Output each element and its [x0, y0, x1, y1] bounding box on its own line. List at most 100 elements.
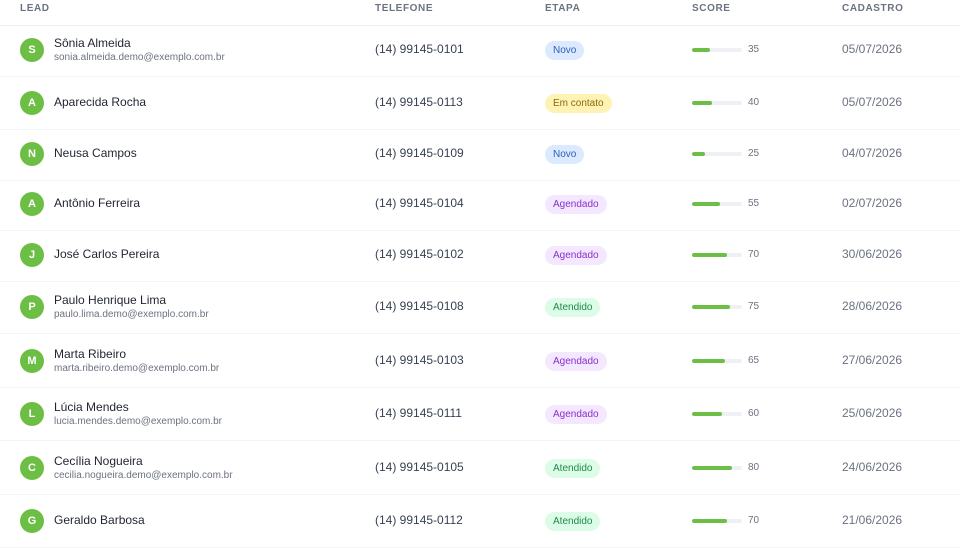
score-bar-fill	[692, 48, 710, 52]
score-value: 55	[748, 198, 760, 209]
avatar: L	[20, 402, 44, 426]
status-badge: Atendido	[545, 298, 601, 317]
status-badge: Agendado	[545, 352, 607, 371]
avatar: A	[20, 91, 44, 115]
lead-phone: (14) 99145-0105	[375, 460, 464, 474]
score-bar-fill	[692, 152, 705, 156]
score-bar	[692, 305, 742, 309]
table-row[interactable]: A Aparecida Rocha (14) 99145-0113 Em contat…	[0, 77, 960, 130]
score-bar	[692, 519, 742, 523]
signup-date: 27/06/2026	[842, 353, 903, 367]
avatar: S	[20, 38, 44, 62]
lead-phone: (14) 99145-0102	[375, 247, 464, 261]
lead-name[interactable]: Marta Ribeiro	[54, 347, 126, 361]
status-badge: Agendado	[545, 195, 607, 214]
score-value: 70	[748, 515, 760, 526]
lead-name[interactable]: Sônia Almeida	[54, 36, 131, 50]
avatar: J	[20, 243, 44, 267]
lead-name[interactable]: Paulo Henrique Lima	[54, 293, 166, 307]
signup-date: 05/07/2026	[842, 95, 903, 109]
signup-date: 28/06/2026	[842, 299, 903, 313]
lead-phone: (14) 99145-0108	[375, 299, 464, 313]
score-value: 75	[748, 301, 760, 312]
avatar: M	[20, 349, 44, 373]
table-row[interactable]: L Lúcia Mendes lucia.mendes.demo@exemplo.c…	[0, 388, 960, 441]
score-bar	[692, 412, 742, 416]
status-badge: Novo	[545, 41, 585, 60]
lead-email: sonia.almeida.demo@exemplo.com.br	[54, 52, 225, 63]
lead-name[interactable]: Cecília Nogueira	[54, 454, 143, 468]
score-value: 70	[748, 249, 760, 260]
signup-date: 04/07/2026	[842, 146, 903, 160]
status-badge: Novo	[545, 145, 585, 164]
table-row[interactable]: P Paulo Henrique Lima paulo.lima.demo@exem…	[0, 281, 960, 334]
score-bar-fill	[692, 202, 720, 206]
lead-phone: (14) 99145-0101	[375, 42, 464, 56]
avatar: A	[20, 192, 44, 216]
score-bar-fill	[692, 101, 712, 105]
lead-phone: (14) 99145-0112	[375, 513, 463, 527]
leads-table: LEAD TELEFONE ETAPA SCORE CADASTRO S Sôni…	[0, 0, 960, 548]
avatar: P	[20, 295, 44, 319]
column-header-lead[interactable]: LEAD	[20, 3, 50, 14]
status-badge: Atendido	[545, 512, 601, 531]
signup-date: 30/06/2026	[842, 247, 903, 261]
table-header: LEAD TELEFONE ETAPA SCORE CADASTRO	[0, 0, 960, 26]
score-value: 80	[748, 462, 760, 473]
score-bar	[692, 253, 742, 257]
lead-email: marta.ribeiro.demo@exemplo.com.br	[54, 363, 220, 374]
avatar: C	[20, 456, 44, 480]
lead-phone: (14) 99145-0109	[375, 146, 464, 160]
signup-date: 21/06/2026	[842, 513, 903, 527]
score-bar-fill	[692, 305, 730, 309]
signup-date: 05/07/2026	[842, 42, 903, 56]
score-bar-fill	[692, 519, 727, 523]
score-bar	[692, 152, 742, 156]
lead-email: cecilia.nogueira.demo@exemplo.com.br	[54, 470, 233, 481]
column-header-cadastro[interactable]: CADASTRO	[842, 3, 903, 14]
status-badge: Em contato	[545, 94, 612, 113]
status-badge: Atendido	[545, 459, 601, 478]
score-bar	[692, 466, 742, 470]
score-value: 35	[748, 44, 760, 55]
score-value: 65	[748, 355, 760, 366]
status-badge: Agendado	[545, 405, 607, 424]
avatar: G	[20, 509, 44, 533]
score-bar	[692, 48, 742, 52]
lead-phone: (14) 99145-0103	[375, 353, 464, 367]
table-row[interactable]: C Cecília Nogueira cecilia.nogueira.demo@e…	[0, 442, 960, 495]
score-bar-fill	[692, 466, 732, 470]
score-bar-fill	[692, 253, 727, 257]
score-bar	[692, 359, 742, 363]
lead-name[interactable]: Aparecida Rocha	[54, 95, 146, 109]
score-bar	[692, 202, 742, 206]
lead-phone: (14) 99145-0111	[375, 406, 462, 420]
score-value: 25	[748, 148, 760, 159]
signup-date: 02/07/2026	[842, 196, 903, 210]
signup-date: 25/06/2026	[842, 406, 903, 420]
lead-name[interactable]: Antônio Ferreira	[54, 196, 140, 210]
lead-name[interactable]: Lúcia Mendes	[54, 400, 129, 414]
column-header-etapa[interactable]: ETAPA	[545, 3, 580, 14]
column-header-telefone[interactable]: TELEFONE	[375, 3, 433, 14]
table-row[interactable]: N Neusa Campos (14) 99145-0109 Novo 25 04/07/…	[0, 128, 960, 181]
lead-phone: (14) 99145-0104	[375, 196, 464, 210]
signup-date: 24/06/2026	[842, 460, 903, 474]
lead-email: lucia.mendes.demo@exemplo.com.br	[54, 416, 223, 427]
score-bar	[692, 101, 742, 105]
table-row[interactable]: M Marta Ribeiro marta.ribeiro.demo@exemplo…	[0, 335, 960, 388]
score-value: 40	[748, 97, 760, 108]
table-row[interactable]: J José Carlos Pereira (14) 99145-0102 Agend…	[0, 229, 960, 282]
lead-phone: (14) 99145-0113	[375, 95, 463, 109]
avatar: N	[20, 142, 44, 166]
column-header-score[interactable]: SCORE	[692, 3, 731, 14]
table-row[interactable]: G Geraldo Barbosa (14) 99145-0112 Atendido 7…	[0, 495, 960, 548]
score-value: 60	[748, 408, 760, 419]
lead-name[interactable]: Geraldo Barbosa	[54, 513, 145, 527]
lead-name[interactable]: José Carlos Pereira	[54, 247, 159, 261]
table-row[interactable]: A Antônio Ferreira (14) 99145-0104 Agendado…	[0, 178, 960, 231]
table-row[interactable]: S Sônia Almeida sonia.almeida.demo@exemplo…	[0, 24, 960, 77]
lead-name[interactable]: Neusa Campos	[54, 146, 137, 160]
status-badge: Agendado	[545, 246, 607, 265]
score-bar-fill	[692, 412, 722, 416]
